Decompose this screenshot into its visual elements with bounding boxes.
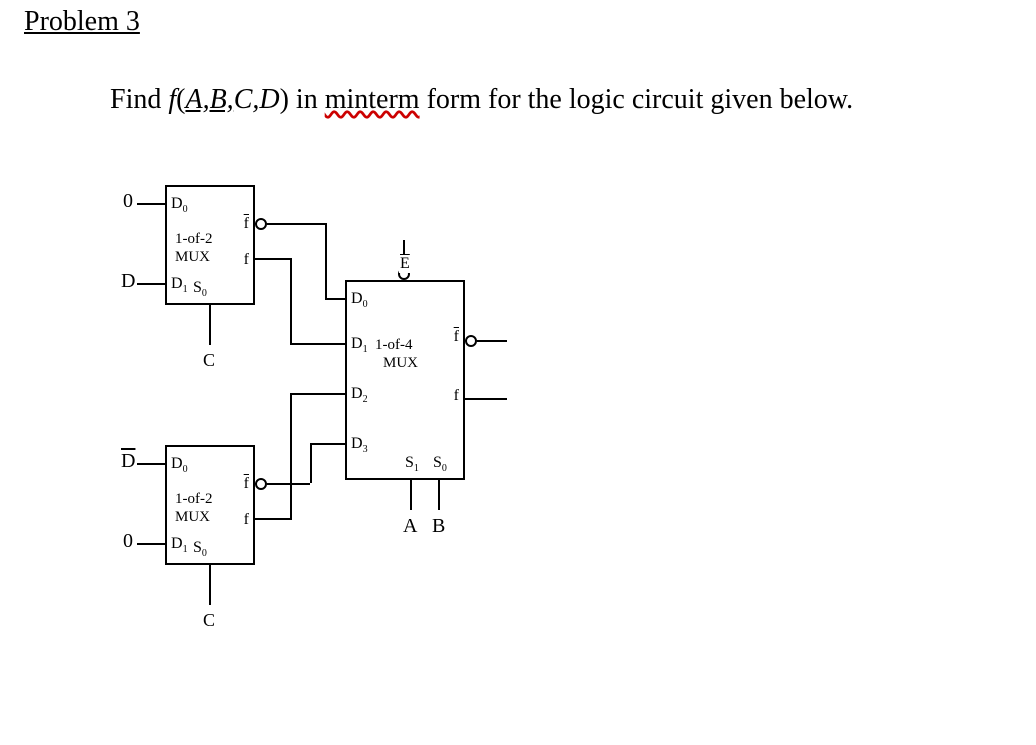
wire — [325, 223, 327, 298]
mux1-d1-input-value: D — [121, 270, 135, 293]
muxbig-type1: 1-of-4 — [375, 337, 413, 354]
muxbig-s0-value: B — [432, 515, 445, 538]
muxbig-f: f — [454, 387, 459, 405]
mux1-fbar: f — [244, 215, 249, 233]
wire — [267, 483, 310, 485]
muxbig-fbar: f — [454, 328, 459, 346]
circuit-diagram: 0 D D0 D1 S0 1-of-2 MUX f f C D 0 D0 — [105, 170, 605, 690]
wire — [209, 565, 211, 605]
muxbig-d0-label: D0 — [351, 290, 368, 310]
wire — [290, 258, 292, 343]
wire — [255, 518, 290, 520]
wire — [255, 258, 290, 260]
muxbig-d2-label: D2 — [351, 385, 368, 405]
mux1-d0-input-value: 0 — [123, 190, 133, 213]
prompt-find: Find — [110, 84, 168, 115]
wire — [477, 340, 507, 342]
wire — [290, 393, 345, 395]
wire — [410, 480, 412, 510]
mux2-f: f — [244, 511, 249, 529]
mux2-d1-input-value: 0 — [123, 530, 133, 553]
prompt-cd: C,D — [234, 84, 280, 115]
mux1-s0-label: S0 — [193, 279, 207, 299]
prompt-close: ) in — [280, 84, 325, 115]
mux1-d0-label: D0 — [171, 195, 188, 215]
mux2-select-value: C — [203, 610, 215, 631]
wire — [267, 223, 327, 225]
problem-heading: Problem 3 — [24, 6, 140, 38]
wire — [137, 463, 165, 465]
wire — [465, 398, 507, 400]
mux-1-of-4: D0 D1 D2 D3 S1 S0 1-of-4 MUX f f — [345, 280, 465, 480]
mux1-type1: 1-of-2 — [175, 231, 213, 248]
mux1-d1-label: D1 — [171, 275, 188, 295]
mux2-s0-label: S0 — [193, 539, 207, 559]
prompt-func: f — [168, 84, 176, 115]
prompt-rest: form for the logic circuit given below. — [420, 84, 854, 115]
wire — [290, 393, 292, 520]
mux2-d0-label: D0 — [171, 455, 188, 475]
wire — [290, 343, 345, 345]
mux2-type1: 1-of-2 — [175, 491, 213, 508]
wire — [310, 443, 345, 445]
wire — [137, 203, 165, 205]
muxbig-s1-label: S1 — [405, 454, 419, 474]
inverter-bubble — [255, 218, 267, 230]
wire — [137, 283, 165, 285]
inverter-bubble — [465, 335, 477, 347]
mux1-f: f — [244, 251, 249, 269]
wire — [438, 480, 440, 510]
mux-1-of-2-bottom: D0 D1 S0 1-of-2 MUX f f — [165, 445, 255, 565]
wire — [137, 543, 165, 545]
inverter-bubble — [255, 478, 267, 490]
muxbig-s0-label: S0 — [433, 454, 447, 474]
muxbig-type2: MUX — [383, 355, 418, 372]
muxbig-d1-label: D1 — [351, 335, 368, 355]
mux-1-of-2-top: D0 D1 S0 1-of-2 MUX f f — [165, 185, 255, 305]
wire — [310, 443, 312, 483]
mux1-select-value: C — [203, 350, 215, 371]
muxbig-enable-label: E — [399, 255, 411, 273]
wire — [209, 305, 211, 345]
problem-prompt: Find f(A,B,C,D) in minterm form for the … — [110, 84, 853, 116]
mux2-fbar: f — [244, 475, 249, 493]
mux2-d0-input-value: D — [121, 450, 135, 473]
mux2-type2: MUX — [175, 509, 210, 526]
prompt-ab: A,B, — [185, 84, 233, 115]
prompt-minterm: minterm — [325, 84, 420, 115]
muxbig-d3-label: D3 — [351, 435, 368, 455]
mux1-type2: MUX — [175, 249, 210, 266]
wire — [325, 298, 345, 300]
mux2-d1-label: D1 — [171, 535, 188, 555]
muxbig-s1-value: A — [403, 515, 417, 538]
